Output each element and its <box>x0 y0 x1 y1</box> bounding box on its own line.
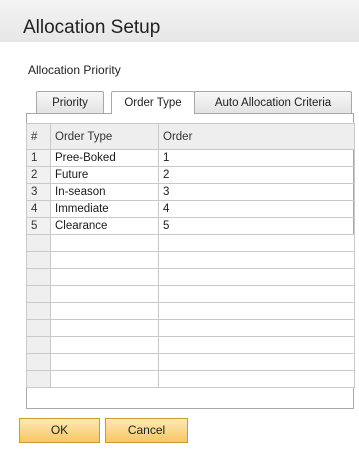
allocation-setup-window: Allocation Setup Allocation Priority Pri… <box>0 0 359 449</box>
table-row[interactable]: 3 In-season 3 <box>26 183 355 201</box>
empty-row[interactable] <box>26 234 355 252</box>
tab-priority[interactable]: Priority <box>36 91 104 113</box>
empty-row[interactable] <box>26 370 355 388</box>
order-cell[interactable]: 5 <box>158 217 355 235</box>
button-bar: OK Cancel <box>0 410 359 449</box>
row-number: 5 <box>26 217 51 235</box>
window-title: Allocation Setup <box>23 17 161 38</box>
empty-row[interactable] <box>26 268 355 286</box>
empty-row[interactable] <box>26 285 355 303</box>
row-number: 2 <box>26 166 51 184</box>
row-number: 4 <box>26 200 51 218</box>
tab-strip: Priority Order Type Auto Allocation Crit… <box>36 91 352 114</box>
title-bar[interactable]: Allocation Setup <box>0 0 359 42</box>
order-type-cell[interactable]: Pree-Boked <box>50 149 159 167</box>
table-row[interactable]: 2 Future 2 <box>26 166 355 184</box>
table-row[interactable]: 4 Immediate 4 <box>26 200 355 218</box>
table-row[interactable]: 5 Clearance 5 <box>26 217 355 235</box>
tab-auto-allocation-criteria[interactable]: Auto Allocation Criteria <box>194 91 352 113</box>
column-header-number[interactable]: # <box>26 123 51 150</box>
order-cell[interactable]: 2 <box>158 166 355 184</box>
column-header-order-type[interactable]: Order Type <box>50 123 159 150</box>
order-cell[interactable]: 1 <box>158 149 355 167</box>
order-cell[interactable]: 4 <box>158 200 355 218</box>
empty-row[interactable] <box>26 251 355 269</box>
order-type-cell[interactable]: Clearance <box>50 217 159 235</box>
order-type-cell[interactable]: Immediate <box>50 200 159 218</box>
order-type-cell[interactable]: In-season <box>50 183 159 201</box>
section-label: Allocation Priority <box>28 63 121 77</box>
order-type-table: # Order Type Order 1 Pree-Boked 1 2 Futu… <box>26 123 355 388</box>
order-cell[interactable]: 3 <box>158 183 355 201</box>
tab-order-type[interactable]: Order Type <box>111 91 195 114</box>
table-header-row: # Order Type Order <box>26 123 355 150</box>
empty-row[interactable] <box>26 302 355 320</box>
empty-row[interactable] <box>26 353 355 371</box>
table-row[interactable]: 1 Pree-Boked 1 <box>26 149 355 167</box>
cancel-button[interactable]: Cancel <box>105 418 188 443</box>
ok-button[interactable]: OK <box>19 418 100 443</box>
row-number: 3 <box>26 183 51 201</box>
empty-row[interactable] <box>26 336 355 354</box>
order-type-cell[interactable]: Future <box>50 166 159 184</box>
row-number: 1 <box>26 149 51 167</box>
column-header-order[interactable]: Order <box>158 123 355 150</box>
empty-row[interactable] <box>26 319 355 337</box>
